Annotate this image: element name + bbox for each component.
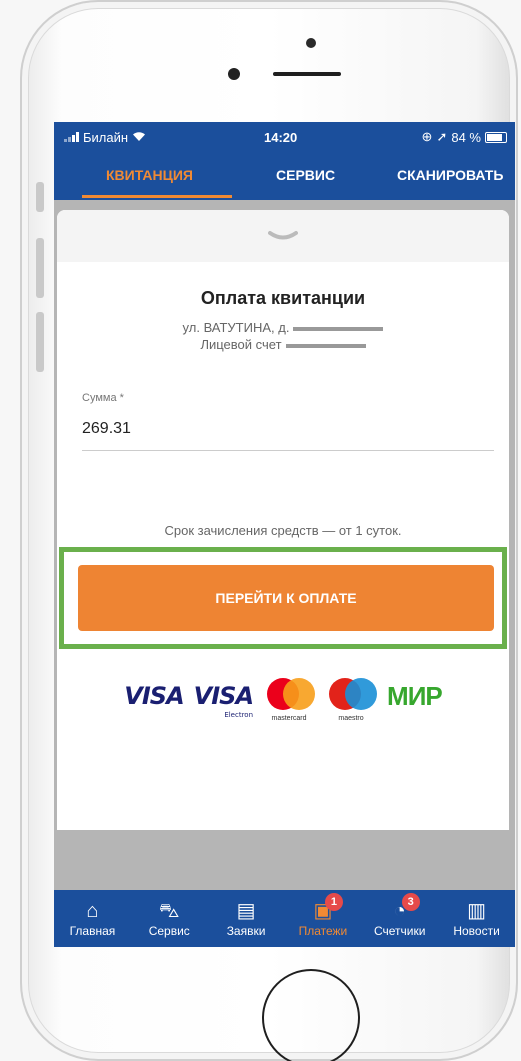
redacted-account: [285, 343, 366, 348]
payment-sheet: Оплата квитанции ул. ВАТУТИНА, д. Лицево…: [57, 210, 509, 830]
payments-badge: 1: [324, 893, 343, 911]
volume-up-button: [36, 238, 44, 298]
nav-label: Заявки: [226, 923, 266, 938]
status-bar: Билайн 14:20 ⊕ ➚ 84 %: [54, 122, 515, 152]
sheet-title: Оплата квитанции: [200, 288, 366, 308]
nav-meters[interactable]: ◔ 3 Счетчики: [361, 890, 438, 947]
tab-service[interactable]: СЕРВИС: [276, 152, 335, 200]
tab-receipt[interactable]: КВИТАНЦИЯ: [106, 152, 193, 200]
amount-input[interactable]: 269.31: [82, 420, 131, 438]
mastercard-text: mastercard: [271, 715, 307, 722]
active-tab-indicator: [82, 195, 232, 198]
address-text: ул. ВАТУТИНА, д.: [182, 320, 290, 335]
camera: [306, 38, 316, 48]
mastercard-logo: mastercard: [263, 678, 316, 722]
maestro-text: maestro: [338, 715, 364, 722]
nav-service[interactable]: ⛍ Сервис: [131, 890, 208, 947]
visa-electron-sub: Electron: [224, 711, 254, 719]
amount-underline: [82, 450, 494, 451]
payment-logos: VISA VISA Electron mastercard maestro МИР: [57, 678, 509, 722]
mir-logo: МИР: [387, 680, 443, 711]
nav-home[interactable]: ⌂ Главная: [54, 890, 131, 947]
nav-payments[interactable]: ▣ 1 Платежи: [284, 890, 361, 947]
home-button[interactable]: [262, 969, 360, 1061]
tab-scan[interactable]: СКАНИРОВАТЬ: [397, 152, 503, 200]
address-block: ул. ВАТУТИНА, д. Лицевой счет: [57, 319, 509, 353]
chevron-down-icon: [268, 231, 298, 240]
front-camera: [228, 68, 240, 80]
meters-badge: 3: [401, 893, 420, 911]
wifi-icon: [132, 130, 146, 145]
credit-time-note: Срок зачисления средств — от 1 суток.: [164, 523, 402, 538]
top-tabs: КВИТАНЦИЯ СЕРВИС СКАНИРОВАТЬ: [54, 152, 515, 200]
nav-label: Главная: [69, 923, 116, 938]
nav-news[interactable]: ▥ Новости: [438, 890, 515, 947]
requests-icon: ▤: [236, 899, 256, 922]
visa-electron-logo: VISA Electron: [193, 682, 254, 719]
nav-label: Платежи: [298, 923, 348, 938]
go-to-payment-button[interactable]: ПЕРЕЙТИ К ОПЛАТЕ: [78, 565, 494, 631]
nav-label: Сервис: [148, 923, 190, 938]
redacted-address: [293, 326, 384, 331]
visa-text: VISA: [124, 682, 184, 710]
account-text: Лицевой счет: [200, 337, 282, 352]
visa-electron-text: VISA: [193, 682, 254, 710]
carrier-name: Билайн: [83, 129, 129, 145]
nav-requests[interactable]: ▤ Заявки: [208, 890, 285, 947]
sheet-handle[interactable]: [57, 210, 509, 262]
bottom-nav: ⌂ Главная ⛍ Сервис ▤ Заявки ▣ 1 Платежи …: [54, 890, 515, 947]
signal-icon: [64, 132, 79, 142]
home-icon: ⌂: [86, 899, 99, 922]
amount-label: Сумма *: [82, 392, 124, 404]
battery-icon: [485, 131, 507, 143]
app-screen: Билайн 14:20 ⊕ ➚ 84 % КВИТАНЦИЯ СЕРВИС С…: [54, 122, 515, 947]
location-icon: ➚: [436, 129, 448, 144]
news-icon: ▥: [467, 899, 486, 922]
status-time: 14:20: [264, 129, 298, 145]
basket-icon: ⛍: [158, 899, 180, 922]
visa-logo: VISA: [124, 682, 184, 710]
battery-percent: 84 %: [451, 129, 481, 145]
nav-label: Новости: [453, 923, 500, 938]
mute-switch: [36, 182, 44, 212]
lock-rotation-icon: ⊕: [421, 129, 433, 144]
nav-label: Счетчики: [373, 923, 426, 938]
speaker-grille: [273, 72, 341, 76]
maestro-logo: maestro: [325, 678, 378, 722]
volume-down-button: [36, 312, 44, 372]
